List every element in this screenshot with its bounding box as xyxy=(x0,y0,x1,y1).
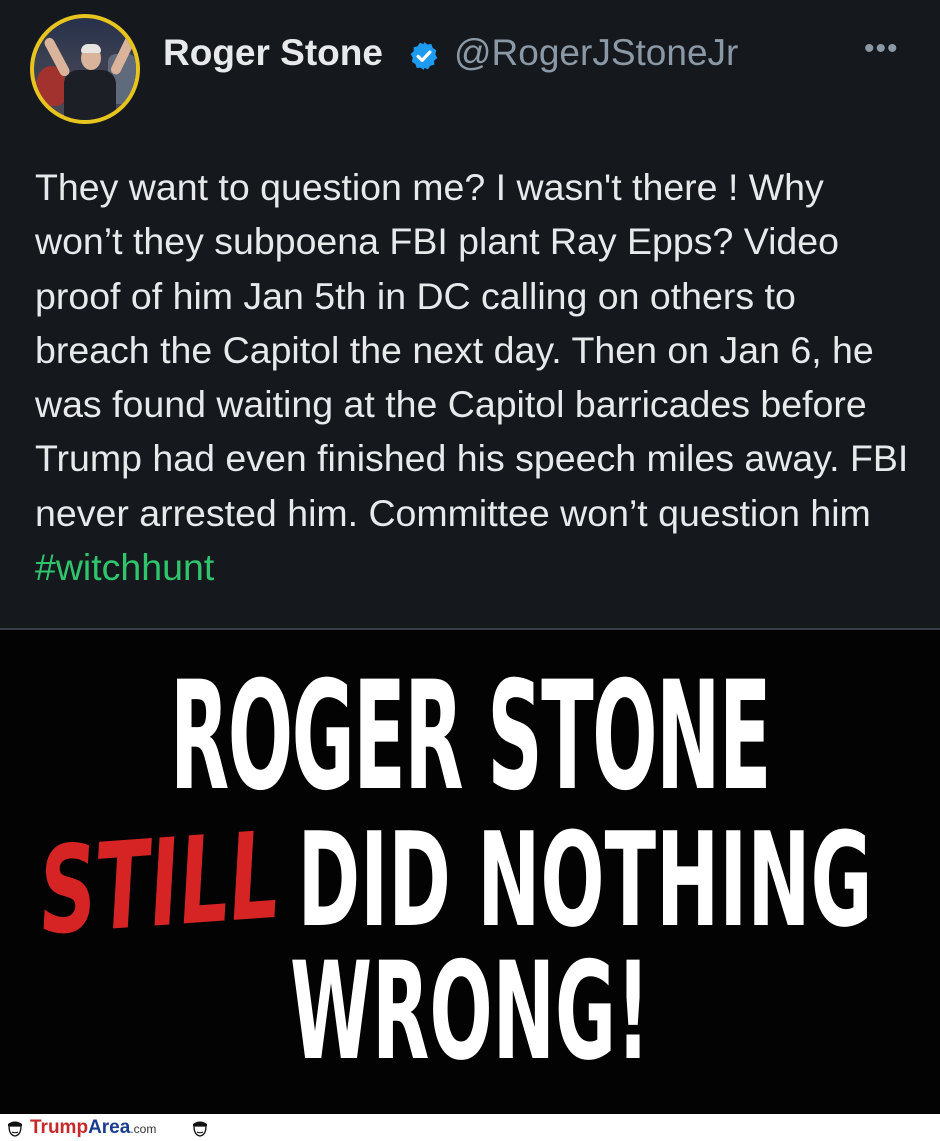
tweet-text-body: They want to question me? I wasn't there… xyxy=(35,166,909,534)
tweet-card: Roger Stone @RogerJStoneJr ••• They want… xyxy=(0,0,940,628)
tweet-text: They want to question me? I wasn't there… xyxy=(35,160,915,594)
trump-face-icon xyxy=(8,1121,22,1137)
brand-part-2: Area xyxy=(88,1117,131,1138)
avatar[interactable] xyxy=(30,14,140,124)
verified-badge-icon xyxy=(410,42,438,70)
watermark-brand: TrumpArea.com xyxy=(30,1117,156,1140)
banner-line-3: WRONG! xyxy=(290,933,650,1090)
banner-line-1: ROGER STONE xyxy=(170,650,770,824)
author-name[interactable]: Roger Stone xyxy=(163,32,383,74)
brand-part-3: .com xyxy=(130,1122,157,1136)
avatar-figure xyxy=(64,70,116,120)
more-icon[interactable]: ••• xyxy=(864,34,899,64)
banner-still-word: STILL xyxy=(35,807,284,962)
meme-banner: ROGER STONE STILL DID NOTHING WRONG! xyxy=(0,630,940,1114)
watermark-footer: TrumpArea.com xyxy=(0,1114,940,1141)
brand-part-1: Trump xyxy=(30,1117,89,1138)
author-handle[interactable]: @RogerJStoneJr xyxy=(454,32,738,74)
avatar-figure xyxy=(81,44,101,53)
hashtag-link[interactable]: #witchhunt xyxy=(35,546,214,588)
trump-face-icon xyxy=(193,1121,207,1137)
meme-banner-graphic: ROGER STONE STILL DID NOTHING WRONG! xyxy=(35,650,872,1090)
